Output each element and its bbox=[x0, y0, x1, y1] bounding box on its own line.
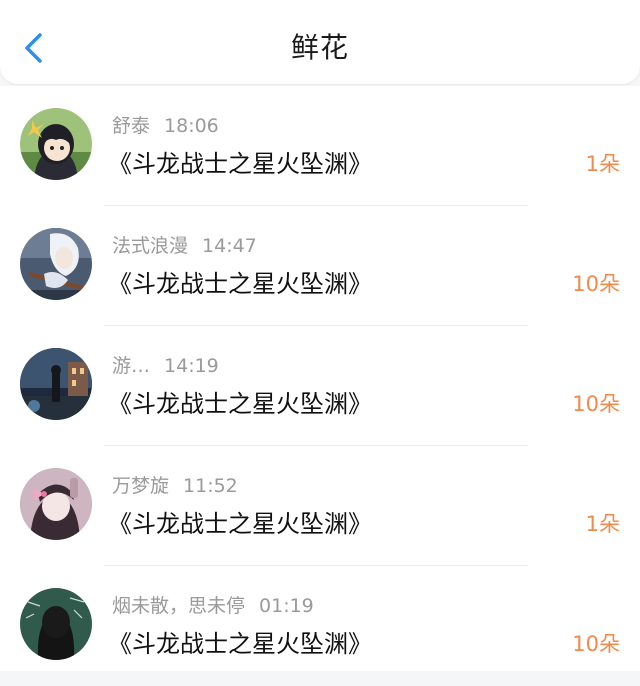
list-item[interactable]: 游… 14:19 《斗龙战士之星火坠渊》 10朵 bbox=[0, 326, 640, 446]
avatar[interactable] bbox=[20, 348, 92, 420]
page-title: 鲜花 bbox=[290, 31, 349, 64]
sender-name: 万梦旋 bbox=[112, 475, 170, 497]
avatar[interactable] bbox=[20, 468, 92, 540]
sender-meta: 舒泰 18:06 bbox=[112, 114, 219, 138]
sender-meta: 游… 14:19 bbox=[112, 354, 219, 378]
sender-name: 游… bbox=[112, 355, 151, 377]
book-title[interactable]: 《斗龙战士之星火坠渊》 bbox=[108, 268, 372, 300]
flower-count: 1朵 bbox=[585, 152, 620, 176]
book-title[interactable]: 《斗龙战士之星火坠渊》 bbox=[108, 508, 372, 540]
sender-meta: 法式浪漫 14:47 bbox=[112, 234, 257, 258]
avatar[interactable] bbox=[20, 588, 92, 660]
list-item[interactable]: 舒泰 18:06 《斗龙战士之星火坠渊》 1朵 bbox=[0, 86, 640, 206]
send-time: 01:19 bbox=[259, 595, 314, 617]
book-title[interactable]: 《斗龙战士之星火坠渊》 bbox=[108, 628, 372, 660]
book-title[interactable]: 《斗龙战士之星火坠渊》 bbox=[108, 388, 372, 420]
list-item[interactable]: 烟未散，思未停 01:19 《斗龙战士之星火坠渊》 10朵 bbox=[0, 566, 640, 686]
sender-name: 舒泰 bbox=[112, 115, 151, 137]
flower-count: 10朵 bbox=[572, 632, 620, 656]
flower-count: 1朵 bbox=[585, 512, 620, 536]
list-item[interactable]: 法式浪漫 14:47 《斗龙战士之星火坠渊》 10朵 bbox=[0, 206, 640, 326]
top-bar: 鲜花 bbox=[0, 0, 640, 84]
avatar[interactable] bbox=[20, 228, 92, 300]
sender-meta: 万梦旋 11:52 bbox=[112, 474, 238, 498]
send-time: 14:19 bbox=[164, 355, 219, 377]
flower-count: 10朵 bbox=[572, 392, 620, 416]
send-time: 14:47 bbox=[202, 235, 257, 257]
send-time: 11:52 bbox=[183, 475, 238, 497]
sender-meta: 烟未散，思未停 01:19 bbox=[112, 594, 314, 618]
sender-name: 法式浪漫 bbox=[112, 235, 189, 257]
flower-record-list: 舒泰 18:06 《斗龙战士之星火坠渊》 1朵 法式浪漫 14:47 《斗龙战士之星… bbox=[0, 86, 640, 671]
flower-count: 10朵 bbox=[572, 272, 620, 296]
sender-name: 烟未散，思未停 bbox=[112, 595, 246, 617]
book-title[interactable]: 《斗龙战士之星火坠渊》 bbox=[108, 148, 372, 180]
avatar[interactable] bbox=[20, 108, 92, 180]
send-time: 18:06 bbox=[164, 115, 219, 137]
list-item[interactable]: 万梦旋 11:52 《斗龙战士之星火坠渊》 1朵 bbox=[0, 446, 640, 566]
